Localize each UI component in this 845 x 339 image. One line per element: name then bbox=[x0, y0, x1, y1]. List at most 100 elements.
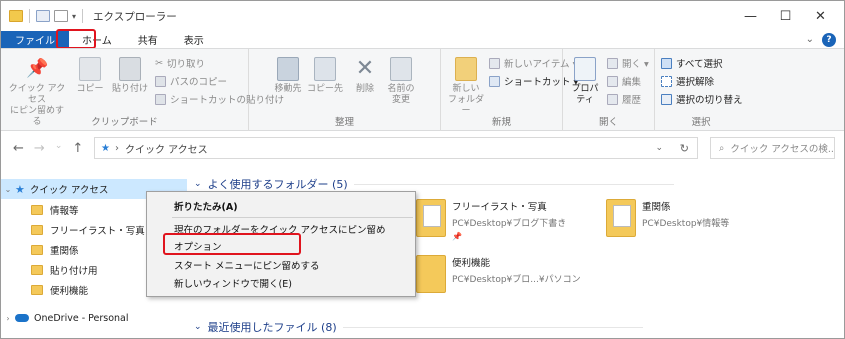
maximize-button[interactable]: ☐ bbox=[768, 1, 803, 31]
menu-item-pin-to-start[interactable]: スタート メニューにピン留めする bbox=[174, 256, 320, 273]
properties-icon[interactable] bbox=[36, 10, 50, 22]
pinned-icon: 📌 bbox=[452, 232, 462, 241]
help-icon[interactable]: ? bbox=[822, 32, 836, 47]
highlight-options-item bbox=[163, 233, 301, 255]
breadcrumb-quick-access[interactable]: クイック アクセス bbox=[125, 141, 208, 156]
delete-button[interactable]: ✕ 削除 bbox=[351, 57, 379, 95]
ribbon: 📌 クイック アクセス にピン留めする コピー 貼り付け ✂ 切り取り パスのコ… bbox=[1, 48, 844, 131]
folder-name: 便利機能 bbox=[452, 258, 491, 269]
paste-button[interactable]: 貼り付け bbox=[111, 57, 149, 95]
cut-button[interactable]: ✂ 切り取り bbox=[155, 56, 205, 71]
group-open: プロパティ 開く ▾ 編集 履歴 開く bbox=[563, 49, 655, 131]
quick-access-star-icon: ★ bbox=[101, 142, 110, 154]
refresh-icon[interactable]: ↻ bbox=[680, 142, 689, 155]
copy-button[interactable]: コピー bbox=[75, 57, 105, 95]
edit-button[interactable]: 編集 bbox=[607, 74, 641, 88]
open-button[interactable]: 開く ▾ bbox=[607, 56, 649, 70]
expand-ribbon-icon[interactable]: ⌄ bbox=[806, 34, 814, 45]
folder-tile[interactable]: フリーイラスト・写真 PC¥Desktop¥ブログ下書き 📌 bbox=[416, 199, 566, 241]
cut-icon: ✂ bbox=[155, 57, 163, 69]
copy-path-button[interactable]: パスのコピー bbox=[155, 74, 227, 88]
folder-icon bbox=[416, 255, 446, 293]
move-to-icon bbox=[277, 57, 299, 81]
nav-item-label: フリーイラスト・写真 bbox=[50, 226, 145, 237]
back-button[interactable]: ← bbox=[13, 141, 24, 156]
history-icon bbox=[607, 93, 618, 105]
tab-view[interactable]: 表示 bbox=[171, 31, 217, 48]
shortcut-icon bbox=[489, 75, 500, 87]
group-label-open: 開く bbox=[598, 117, 618, 128]
address-input[interactable]: ★ › クイック アクセス ⌄ ↻ bbox=[94, 137, 698, 159]
folder-icon bbox=[416, 199, 446, 237]
highlight-home-tab bbox=[56, 29, 96, 49]
new-folder-button[interactable]: 新しい フォルダー bbox=[447, 57, 485, 117]
customize-toolbar-chevron-icon[interactable]: ▾ bbox=[72, 12, 76, 21]
forward-button[interactable]: → bbox=[34, 141, 45, 156]
frequent-folders-header[interactable]: ⌄ よく使用するフォルダー (5) bbox=[194, 176, 674, 192]
delete-icon: ✕ bbox=[355, 56, 375, 81]
delete-label: 削除 bbox=[355, 84, 374, 94]
collapse-chevron-icon[interactable]: ⌄ bbox=[1, 185, 15, 194]
address-dropdown-icon[interactable]: ⌄ bbox=[655, 143, 663, 153]
invert-selection-button[interactable]: 選択の切り替え bbox=[661, 92, 743, 106]
toolbar-divider bbox=[29, 9, 30, 23]
nav-onedrive-label: OneDrive - Personal bbox=[34, 312, 129, 324]
nav-item-label: 便利機能 bbox=[50, 286, 89, 297]
onedrive-cloud-icon bbox=[15, 314, 29, 322]
header-divider bbox=[342, 326, 643, 328]
expand-chevron-icon[interactable]: › bbox=[1, 314, 15, 323]
nav-item-label: 情報等 bbox=[50, 206, 79, 217]
ribbon-right-controls: ⌄ ? bbox=[806, 31, 836, 48]
copy-to-button[interactable]: コピー先 bbox=[307, 57, 343, 95]
folder-tile[interactable]: 重関係 PC¥Desktop¥情報等 bbox=[606, 199, 729, 237]
properties-big-icon bbox=[574, 57, 596, 81]
recent-locations-button[interactable]: ⌄ bbox=[55, 141, 63, 156]
nav-item-label: 重関係 bbox=[50, 246, 79, 257]
recent-files-header[interactable]: ⌄ 最近使用したファイル (8) bbox=[194, 319, 643, 335]
copy-path-icon bbox=[155, 75, 166, 87]
group-select: すべて選択 選択解除 選択の切り替え 選択 bbox=[655, 49, 747, 131]
quick-access-star-icon: ★ bbox=[15, 182, 25, 196]
folder-tile[interactable]: 便利機能 PC¥Desktop¥ブロ...¥パソコン bbox=[416, 255, 581, 293]
rename-label: 名前の 変更 bbox=[387, 84, 415, 105]
collapse-chevron-icon: ⌄ bbox=[194, 179, 202, 189]
select-all-button[interactable]: すべて選択 bbox=[661, 56, 722, 70]
menu-item-open-new-window[interactable]: 新しいウィンドウで開く(E) bbox=[174, 274, 292, 291]
folder-tile-text: フリーイラスト・写真 PC¥Desktop¥ブログ下書き 📌 bbox=[452, 199, 566, 241]
search-placeholder: クイック アクセスの検... bbox=[730, 144, 835, 155]
minimize-button[interactable]: — bbox=[733, 1, 768, 31]
properties-button[interactable]: プロパティ bbox=[567, 57, 603, 106]
move-to-button[interactable]: 移動先 bbox=[273, 57, 303, 95]
edit-label: 編集 bbox=[622, 77, 642, 88]
rename-button[interactable]: 名前の 変更 bbox=[385, 57, 417, 106]
search-input[interactable]: ⌕ クイック アクセスの検... bbox=[710, 137, 835, 159]
folder-tile-text: 重関係 PC¥Desktop¥情報等 bbox=[642, 199, 729, 237]
menu-item-collapse[interactable]: 折りたたみ(A) bbox=[174, 197, 238, 214]
copy-icon bbox=[79, 57, 101, 81]
open-label: 開く ▾ bbox=[622, 59, 649, 70]
frequent-folders-title: よく使用するフォルダー (5) bbox=[207, 178, 348, 191]
tab-share[interactable]: 共有 bbox=[125, 31, 171, 48]
folder-icon bbox=[31, 205, 43, 215]
folder-path: PC¥Desktop¥情報等 bbox=[642, 219, 730, 229]
nav-onedrive[interactable]: › OneDrive - Personal bbox=[1, 308, 187, 328]
select-none-button[interactable]: 選択解除 bbox=[661, 74, 714, 88]
folder-icon bbox=[31, 285, 43, 295]
up-button[interactable]: ↑ bbox=[72, 141, 83, 156]
new-folder-label: 新しい フォルダー bbox=[447, 84, 484, 116]
folder-name: フリーイラスト・写真 bbox=[452, 202, 547, 213]
paste-icon bbox=[119, 57, 141, 81]
history-button[interactable]: 履歴 bbox=[607, 92, 641, 106]
move-to-label: 移動先 bbox=[274, 84, 302, 94]
search-icon: ⌕ bbox=[719, 142, 725, 154]
folder-icon bbox=[31, 245, 43, 255]
folder-tile-text: 便利機能 PC¥Desktop¥ブロ...¥パソコン bbox=[452, 255, 581, 293]
paste-label: 貼り付け bbox=[111, 84, 148, 94]
window-title: エクスプローラー bbox=[93, 10, 177, 23]
ribbon-tabs: ファイル ホーム 共有 表示 ⌄ ? bbox=[1, 31, 844, 48]
close-button[interactable]: ✕ bbox=[803, 1, 838, 31]
copy-path-label: パスのコピー bbox=[170, 77, 228, 88]
new-folder-icon[interactable] bbox=[54, 10, 68, 22]
folder-name: 重関係 bbox=[642, 202, 671, 213]
select-none-label: 選択解除 bbox=[676, 77, 715, 88]
